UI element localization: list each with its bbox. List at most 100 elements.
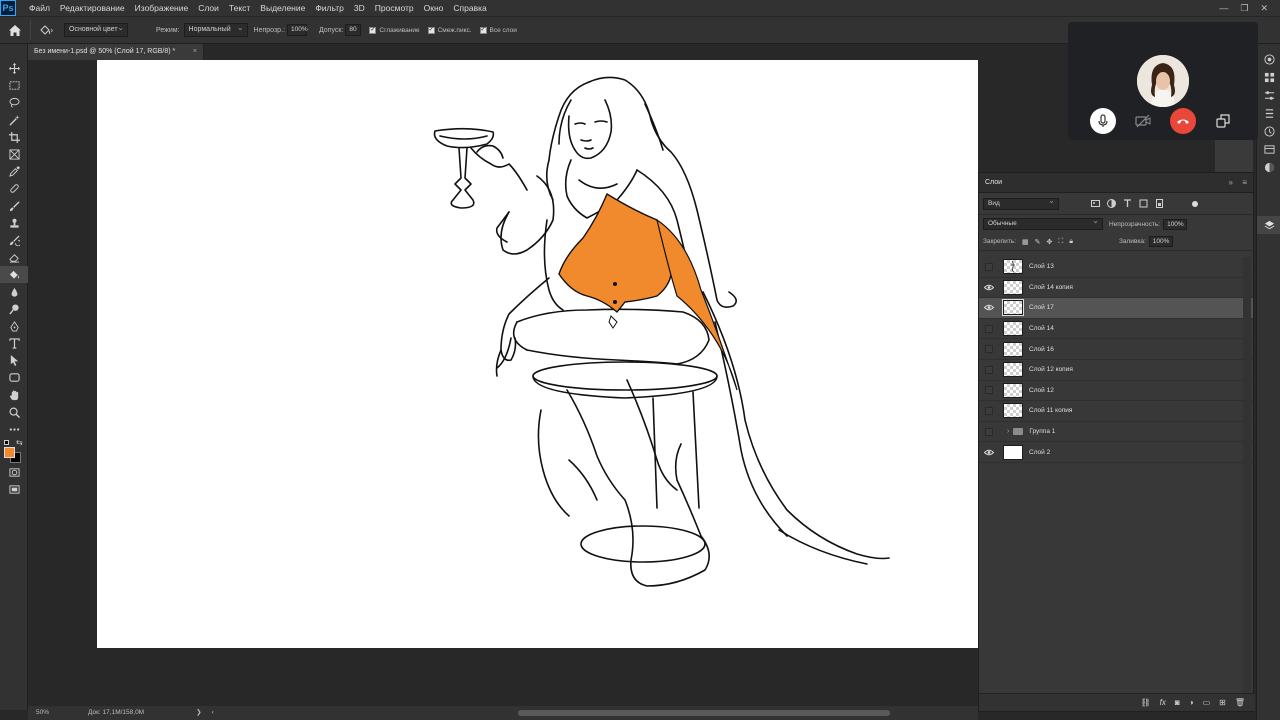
collapsed-panel-bar[interactable]: [1215, 140, 1253, 172]
magic-wand-tool-icon[interactable]: [0, 112, 28, 129]
crop-tool-icon[interactable]: [0, 129, 28, 146]
group-icon[interactable]: ▭: [1203, 698, 1211, 707]
lock-transparency-icon[interactable]: ▦: [1022, 238, 1029, 246]
fill-input[interactable]: 100%: [1148, 236, 1173, 247]
link-icon[interactable]: ⛓: [1141, 698, 1151, 707]
eye-icon[interactable]: [979, 304, 999, 311]
layer-row[interactable]: Слой 12: [979, 381, 1253, 402]
hidden-visibility-box[interactable]: [985, 345, 993, 354]
layer-filter-select[interactable]: Вид: [983, 196, 1059, 210]
mode-select[interactable]: Нормальный: [183, 22, 248, 37]
more-tools-icon[interactable]: [0, 421, 28, 438]
filter-smart-object-icon[interactable]: [1155, 199, 1164, 208]
hidden-visibility-box[interactable]: [985, 406, 993, 415]
new-layer-icon[interactable]: ⊞: [1219, 698, 1226, 707]
contiguous-checkbox[interactable]: Смеж.пикс.: [427, 26, 472, 34]
layer-row[interactable]: Слой 17: [979, 298, 1253, 319]
filter-pixel-icon[interactable]: [1091, 199, 1100, 208]
pen-tool-icon[interactable]: [0, 318, 28, 335]
home-icon[interactable]: [0, 24, 30, 36]
document-canvas[interactable]: [97, 60, 978, 648]
camera-off-button[interactable]: [1130, 108, 1156, 134]
hand-tool-icon[interactable]: [0, 387, 28, 404]
paint-bucket-tool-preset-icon[interactable]: [30, 20, 60, 40]
layer-row[interactable]: Слой 12 копия: [979, 360, 1253, 381]
all-layers-checkbox[interactable]: Все слои: [479, 26, 517, 34]
menu-file[interactable]: Файл: [24, 0, 55, 16]
layer-row[interactable]: Слой 14 копия: [979, 278, 1253, 299]
close-tab-button[interactable]: ×: [193, 44, 197, 60]
filter-shape-icon[interactable]: [1139, 199, 1148, 208]
blend-mode-select[interactable]: Обычные: [983, 216, 1103, 230]
antialias-checkbox[interactable]: Сглаживание: [369, 26, 420, 34]
zoom-tool-icon[interactable]: [0, 404, 28, 421]
default-colors-icon[interactable]: [4, 440, 9, 446]
filter-adjustment-icon[interactable]: [1107, 199, 1116, 208]
layer-row[interactable]: Слой 16: [979, 339, 1253, 360]
visibility-toggle[interactable]: [979, 262, 999, 271]
eyedropper-tool-icon[interactable]: [0, 163, 28, 180]
menu-select[interactable]: Выделение: [255, 0, 310, 16]
layer-row[interactable]: › Группа 1: [979, 422, 1253, 443]
layers-panel-title[interactable]: Слои: [985, 173, 1002, 193]
clone-stamp-tool-icon[interactable]: [0, 215, 28, 232]
healing-brush-tool-icon[interactable]: [0, 180, 28, 197]
adjustments-panel-icon[interactable]: [1257, 86, 1280, 104]
tolerance-input[interactable]: 80: [345, 24, 362, 36]
status-menu-arrow[interactable]: ❯: [196, 706, 201, 720]
swatches-panel-icon[interactable]: [1257, 68, 1280, 86]
properties-panel-icon[interactable]: [1257, 104, 1280, 122]
lasso-tool-icon[interactable]: [0, 94, 28, 111]
move-tool-icon[interactable]: [0, 60, 28, 77]
eraser-tool-icon[interactable]: [0, 249, 28, 266]
history-brush-tool-icon[interactable]: [0, 232, 28, 249]
visibility-toggle[interactable]: [979, 365, 999, 374]
menu-view[interactable]: Просмотр: [370, 0, 419, 16]
trash-icon[interactable]: 🗑︎: [1235, 698, 1245, 707]
canvas-area[interactable]: [28, 60, 978, 710]
color-swatches[interactable]: ⇆: [0, 438, 28, 464]
swap-colors-icon[interactable]: ⇆: [16, 438, 23, 447]
frame-tool-icon[interactable]: [0, 146, 28, 163]
lock-pixels-icon[interactable]: ✎: [1035, 238, 1041, 246]
menu-help[interactable]: Справка: [448, 0, 491, 16]
collapse-panel-icon[interactable]: »: [1229, 173, 1233, 193]
marquee-tool-icon[interactable]: [0, 77, 28, 94]
screen-mode-icon[interactable]: [0, 481, 28, 498]
hidden-visibility-box[interactable]: [985, 365, 993, 374]
expand-group-chevron-icon[interactable]: ›: [1007, 428, 1009, 435]
quick-mask-icon[interactable]: [0, 464, 28, 481]
lock-artboard-icon[interactable]: ⛶: [1058, 238, 1063, 246]
hidden-visibility-box[interactable]: [985, 324, 993, 333]
rectangle-tool-icon[interactable]: [0, 369, 28, 386]
layer-row[interactable]: Слой 11 копия: [979, 401, 1253, 422]
menu-image[interactable]: Изображение: [130, 0, 194, 16]
zoom-level[interactable]: 50%: [28, 706, 72, 720]
libraries-panel-icon[interactable]: [1257, 140, 1280, 158]
scroll-left-arrow[interactable]: ‹: [212, 706, 214, 720]
history-panel-icon[interactable]: [1257, 122, 1280, 140]
menu-window[interactable]: Окно: [419, 0, 449, 16]
filter-type-icon[interactable]: [1123, 199, 1132, 208]
maximize-button[interactable]: ❐: [1240, 3, 1248, 14]
opacity-input[interactable]: 100%: [286, 24, 308, 36]
minimize-button[interactable]: —: [1219, 3, 1228, 14]
visibility-toggle[interactable]: [979, 427, 999, 436]
styles-panel-icon[interactable]: [1257, 158, 1280, 176]
dodge-tool-icon[interactable]: [0, 301, 28, 318]
panel-menu-icon[interactable]: ≡: [1242, 173, 1247, 193]
end-call-button[interactable]: [1170, 108, 1196, 134]
close-window-button[interactable]: ✕: [1260, 3, 1268, 14]
filter-toggle-icon[interactable]: [1192, 200, 1198, 207]
visibility-toggle[interactable]: [979, 406, 999, 415]
mask-icon[interactable]: ◙: [1175, 698, 1180, 707]
menu-filter[interactable]: Фильтр: [310, 0, 349, 16]
fill-source-select[interactable]: Основной цвет: [64, 22, 128, 37]
hidden-visibility-box[interactable]: [985, 427, 993, 436]
path-selection-tool-icon[interactable]: [0, 352, 28, 369]
menu-layers[interactable]: Слои: [193, 0, 224, 16]
switch-window-button[interactable]: [1210, 108, 1236, 134]
lock-position-icon[interactable]: ✥: [1046, 238, 1052, 246]
visibility-toggle[interactable]: [979, 345, 999, 354]
horizontal-scrollbar[interactable]: [518, 710, 890, 716]
